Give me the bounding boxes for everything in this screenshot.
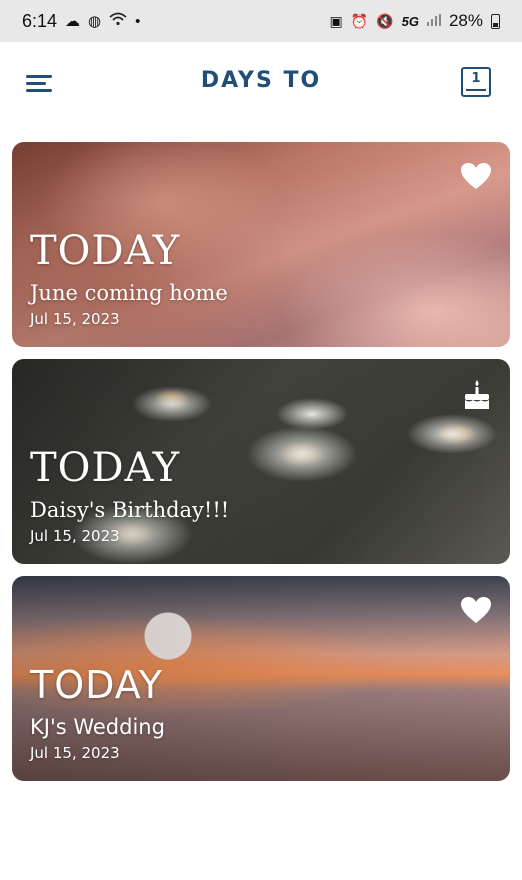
heart-icon[interactable]	[460, 596, 492, 624]
event-name: KJ's Wedding	[30, 715, 165, 739]
vibrate-icon: ▣	[329, 12, 343, 29]
status-bar: 6:14 ☁ ◍ • ▣ ⏰ 🔇 5G 28%	[0, 0, 522, 42]
calendar-icon[interactable]: 1	[461, 67, 491, 97]
status-left: 6:14 ☁ ◍ •	[22, 11, 140, 32]
event-card[interactable]: TODAY June coming home Jul 15, 2023	[12, 142, 510, 347]
count-label: TODAY	[30, 228, 181, 274]
calendar-day: 1	[471, 71, 481, 86]
count-label: TODAY	[30, 445, 181, 491]
event-text: TODAY KJ's Wedding Jul 15, 2023	[30, 663, 165, 763]
event-name: Daisy's Birthday!!!	[30, 498, 230, 522]
page-title: DAYS TO	[200, 68, 322, 93]
event-date: Jul 15, 2023	[30, 527, 120, 545]
app-icon: ◍	[88, 13, 102, 30]
event-text: TODAY June coming home Jul 15, 2023	[30, 229, 228, 329]
status-time: 6:14	[22, 10, 58, 31]
event-name: June coming home	[30, 281, 228, 305]
event-date: Jul 15, 2023	[30, 744, 120, 762]
birthday-cake-icon[interactable]	[462, 379, 492, 411]
event-text: TODAY Daisy's Birthday!!! Jul 15, 2023	[30, 446, 229, 546]
signal-icon	[426, 13, 441, 29]
network-label: 5G	[401, 13, 419, 29]
count-label: TODAY	[30, 663, 163, 707]
wifi-icon	[109, 12, 127, 30]
event-date: Jul 15, 2023	[30, 310, 120, 328]
heart-icon[interactable]	[460, 162, 492, 190]
status-right: ▣ ⏰ 🔇 5G 28%	[330, 11, 500, 31]
event-card[interactable]: TODAY KJ's Wedding Jul 15, 2023	[12, 576, 510, 781]
battery-percent: 28%	[448, 11, 483, 30]
dot-icon: •	[135, 12, 141, 30]
battery-icon	[491, 13, 500, 29]
weather-icon: ☁	[65, 13, 81, 30]
mute-icon: 🔇	[376, 12, 394, 29]
alarm-icon: ⏰	[350, 12, 369, 29]
app-bar: DAYS TO 1	[0, 42, 522, 122]
event-card[interactable]: TODAY Daisy's Birthday!!! Jul 15, 2023	[12, 359, 510, 564]
